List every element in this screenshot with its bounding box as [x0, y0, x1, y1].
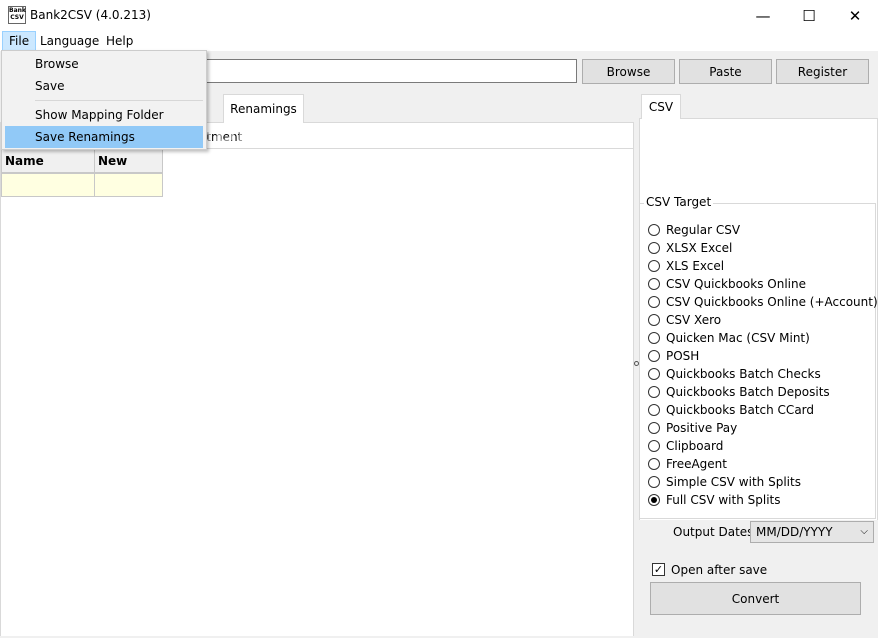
column-header-name[interactable]: Name (payee/r) [1, 149, 95, 190]
radio-label: Regular CSV [666, 223, 741, 237]
radio-label: XLS Excel [666, 259, 725, 273]
radio-button[interactable] [648, 368, 660, 380]
radio-option[interactable]: Simple CSV with Splits [648, 473, 801, 491]
convert-button[interactable]: Convert [650, 582, 861, 615]
radio-label: Quickbooks Batch Checks [666, 367, 821, 381]
radio-button[interactable] [648, 332, 660, 344]
radio-button[interactable] [648, 494, 660, 506]
radio-button[interactable] [648, 350, 660, 362]
radio-button[interactable] [648, 440, 660, 452]
radio-option[interactable]: CSV Xero [648, 311, 721, 329]
radio-button[interactable] [648, 260, 660, 272]
radio-option[interactable]: Clipboard [648, 437, 723, 455]
radio-option[interactable]: Full CSV with Splits [648, 491, 781, 509]
menu-help[interactable]: Help [100, 31, 139, 51]
radio-option[interactable]: CSV Quickbooks Online (+Account) [648, 293, 878, 311]
radio-label: POSH [666, 349, 700, 363]
radio-label: FreeAgent [666, 457, 727, 471]
close-button[interactable]: ✕ [832, 0, 878, 31]
paste-button[interactable]: Paste [679, 59, 772, 84]
maximize-button[interactable]: ☐ [786, 0, 832, 31]
radio-button[interactable] [648, 386, 660, 398]
checkmark-icon: ✓ [653, 563, 664, 576]
radio-label: CSV Xero [666, 313, 722, 327]
radio-button[interactable] [648, 278, 660, 290]
chevron-down-icon: ⌵ [860, 526, 868, 537]
radio-button[interactable] [648, 296, 660, 308]
radio-label: CSV Quickbooks Online (+Account) [666, 295, 878, 309]
open-after-save-label[interactable]: Open after save [671, 563, 767, 577]
grid-cell-name[interactable] [1, 173, 95, 197]
radio-label: Quickbooks Batch CCard [666, 403, 815, 417]
radio-option[interactable]: FreeAgent [648, 455, 727, 473]
radio-label: Quicken Mac (CSV Mint) [666, 331, 810, 345]
radio-option[interactable]: Quickbooks Batch Checks [648, 365, 821, 383]
radio-option[interactable]: Quickbooks Batch CCard [648, 401, 814, 419]
radio-option[interactable]: Quicken Mac (CSV Mint) [648, 329, 810, 347]
radio-option[interactable]: Positive Pay [648, 419, 737, 437]
radio-label: Positive Pay [666, 421, 738, 435]
radio-button[interactable] [648, 242, 660, 254]
radio-button[interactable] [648, 314, 660, 326]
radio-label: XLSX Excel [666, 241, 733, 255]
radio-label: Quickbooks Batch Deposits [666, 385, 830, 399]
menu-language[interactable]: Language [34, 31, 105, 51]
radio-button[interactable] [648, 476, 660, 488]
csv-target-title: CSV Target [644, 195, 714, 209]
tab-renamings[interactable]: Renamings [223, 94, 304, 123]
minimize-button[interactable]: — [740, 0, 786, 31]
menu-separator [35, 100, 203, 101]
radio-button[interactable] [648, 404, 660, 416]
radio-option[interactable]: Regular CSV [648, 221, 740, 239]
menu-item-browse[interactable]: Browse [5, 53, 203, 75]
grid-cell-new-name[interactable] [94, 173, 163, 197]
radio-option[interactable]: XLSX Excel [648, 239, 732, 257]
radio-label: Simple CSV with Splits [666, 475, 801, 489]
radio-label: Full CSV with Splits [666, 493, 781, 507]
menu-item-save-renamings[interactable]: Save Renamings [5, 126, 203, 148]
radio-option[interactable]: XLS Excel [648, 257, 724, 275]
window-title: Bank2CSV (4.0.213) [30, 8, 151, 22]
browse-button[interactable]: Browse [582, 59, 675, 84]
menu-item-show-mapping-folder[interactable]: Show Mapping Folder [5, 104, 203, 126]
main-panel [0, 122, 634, 636]
radio-option[interactable]: POSH [648, 347, 699, 365]
open-after-save-checkbox[interactable]: ✓ [652, 563, 665, 576]
tab-csv[interactable]: CSV [641, 94, 681, 119]
output-dates-value: MM/DD/YYYY [756, 525, 833, 539]
radio-label: Clipboard [666, 439, 724, 453]
radio-label: CSV Quickbooks Online [666, 277, 806, 291]
radio-option[interactable]: Quickbooks Batch Deposits [648, 383, 830, 401]
output-dates-label: Output Dates: [673, 525, 758, 539]
radio-option[interactable]: CSV Quickbooks Online [648, 275, 806, 293]
output-dates-select[interactable]: MM/DD/YYYY ⌵ [750, 521, 874, 543]
radio-button[interactable] [648, 224, 660, 236]
menu-item-save[interactable]: Save [5, 75, 203, 97]
app-icon: Bank CSV [8, 6, 26, 24]
register-button[interactable]: Register [776, 59, 869, 84]
radio-button[interactable] [648, 458, 660, 470]
menu-file[interactable]: File [2, 31, 37, 51]
column-header-new-name[interactable]: New Name [94, 149, 163, 190]
file-path-input[interactable] [205, 59, 577, 83]
radio-button[interactable] [648, 422, 660, 434]
